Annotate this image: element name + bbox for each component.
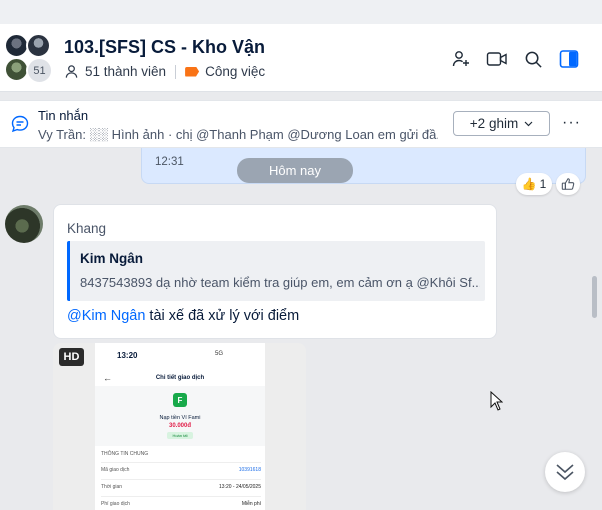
quoted-text: 8437543893 dạ nhờ team kiểm tra giúp em,… <box>80 275 480 290</box>
detail-row: Thời gian 13:20 - 24/05/2025 <box>101 479 261 490</box>
pinned-snippet: Vy Trần: ░░ Hình ảnh · chị @Thanh Phạm @… <box>38 127 438 142</box>
add-member-icon <box>452 51 469 67</box>
chat-header: 51 103.[SFS] CS - Kho Vận 51 thành viên … <box>0 24 602 92</box>
phone-status: 5G <box>215 351 224 357</box>
message-text: @Kim Ngân tài xế đã xử lý với điểm <box>67 308 299 324</box>
message-body: tài xế đã xử lý với điểm <box>145 308 300 324</box>
date-divider: Hôm nay <box>237 158 353 183</box>
scroll-to-bottom-button[interactable] <box>545 452 585 492</box>
hd-badge: HD <box>59 348 84 366</box>
category-tag-icon <box>185 66 200 77</box>
reaction-count: 1 <box>539 177 547 191</box>
category-label[interactable]: Công việc <box>205 64 265 79</box>
sender-name: Khang <box>67 221 107 236</box>
scrollbar-thumb[interactable] <box>592 276 597 318</box>
member-count-badge: 51 <box>26 57 53 84</box>
row-label: Phí giao dịch <box>101 501 130 507</box>
divider <box>175 64 177 79</box>
mouse-cursor-icon <box>490 391 503 411</box>
pinned-messages-bar[interactable]: Tin nhắn Vy Trần: ░░ Hình ảnh · chị @Tha… <box>0 100 602 148</box>
section-title: THÔNG TIN CHUNG <box>101 451 149 457</box>
search-icon <box>525 51 542 68</box>
mention-link[interactable]: @Kim Ngân <box>67 308 145 324</box>
sidebar-toggle-button[interactable] <box>556 46 582 72</box>
members-label[interactable]: 51 thành viên <box>85 64 166 79</box>
video-call-button[interactable] <box>484 46 510 72</box>
top-strip <box>0 0 602 24</box>
thumbs-up-icon: 👍 <box>521 177 537 191</box>
status-badge: Hoàn tất <box>167 432 193 439</box>
like-outline-icon <box>561 178 575 190</box>
video-call-icon <box>486 52 507 66</box>
message-bubble-icon <box>11 115 29 133</box>
message-bubble[interactable]: Khang Kim Ngân 8437543893 dạ nhờ team ki… <box>53 204 497 339</box>
detail-row: Phí giao dịch Miễn phí <box>101 496 261 507</box>
more-options-button[interactable]: ··· <box>562 114 581 132</box>
group-title[interactable]: 103.[SFS] CS - Kho Vận <box>64 37 265 58</box>
sender-avatar[interactable] <box>5 205 43 243</box>
pinned-title: Tin nhắn <box>38 108 89 123</box>
more-pins-label: +2 ghim <box>469 116 519 131</box>
row-label: Mã giao dịch <box>101 467 130 473</box>
reaction-summary[interactable]: 👍 1 <box>516 173 552 195</box>
row-label: Thời gian <box>101 484 123 490</box>
double-chevron-down-icon <box>556 464 574 481</box>
phone-screenshot: 13:20 5G ← Chi tiết giao dịch F Nạp tiền… <box>95 343 265 510</box>
screen-title: Chi tiết giao dịch <box>155 375 205 381</box>
product-name: Nạp tiền Ví Fami <box>159 415 201 421</box>
row-value: Miễn phí <box>241 501 261 507</box>
message-time: 12:31 <box>155 156 184 168</box>
search-button[interactable] <box>520 46 546 72</box>
row-value: 10391618 <box>238 467 261 473</box>
add-member-button[interactable] <box>448 46 474 72</box>
group-avatar[interactable]: 51 <box>4 33 54 84</box>
quoted-message[interactable]: Kim Ngân 8437543893 dạ nhờ team kiểm tra… <box>67 241 485 301</box>
amount: 30.000đ <box>168 423 192 429</box>
phone-time: 13:20 <box>117 351 138 360</box>
person-icon <box>65 65 78 78</box>
image-message[interactable]: HD 13:20 5G ← Chi tiết giao dịch F Nạp t… <box>53 343 306 510</box>
quoted-sender: Kim Ngân <box>80 251 144 266</box>
chevron-down-icon <box>524 121 533 126</box>
row-value: 13:20 - 24/05/2025 <box>219 484 261 490</box>
add-reaction-button[interactable] <box>556 173 580 195</box>
app-logo-icon: F <box>173 393 187 407</box>
sidebar-toggle-icon <box>559 50 579 68</box>
member-avatar <box>26 33 51 58</box>
group-meta: 51 thành viên Công việc <box>64 64 265 79</box>
detail-row: Mã giao dịch 10391618 <box>101 462 261 473</box>
more-pins-button[interactable]: +2 ghim <box>453 111 550 136</box>
